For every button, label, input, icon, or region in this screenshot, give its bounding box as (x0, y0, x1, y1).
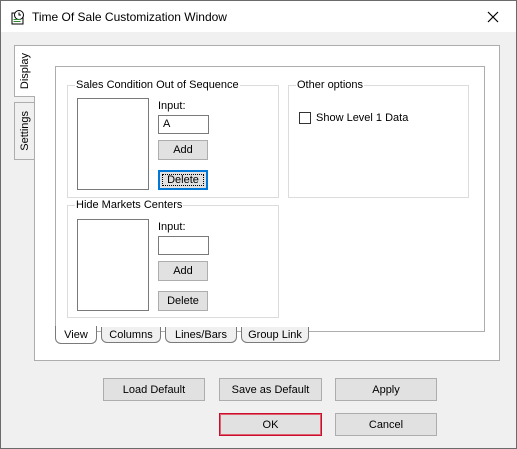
window-title: Time Of Sale Customization Window (32, 10, 227, 24)
sales-condition-list[interactable] (77, 98, 149, 190)
other-options-title: Other options (296, 78, 365, 92)
tab-settings-label: Settings (19, 111, 31, 151)
hide-markets-add-label: Add (173, 265, 193, 277)
hide-markets-delete-label: Delete (167, 295, 199, 307)
tab-columns-label: Columns (109, 328, 153, 341)
tab-lines-bars[interactable]: Lines/Bars (165, 327, 237, 343)
tab-view[interactable]: View (55, 326, 97, 344)
hide-markets-add-button[interactable]: Add (158, 261, 208, 281)
title-bar: Time Of Sale Customization Window (1, 1, 516, 32)
hide-markets-input-label: Input: (158, 221, 186, 233)
sales-condition-input[interactable]: A (158, 115, 209, 134)
sales-condition-title: Sales Condition Out of Sequence (75, 78, 240, 92)
show-level1-label[interactable]: Show Level 1 Data (316, 112, 408, 124)
close-icon (487, 11, 499, 22)
sales-condition-add-button[interactable]: Add (158, 140, 208, 160)
ok-label: OK (262, 418, 279, 431)
load-default-button[interactable]: Load Default (103, 378, 205, 401)
tab-columns[interactable]: Columns (101, 327, 161, 343)
sales-condition-delete-label: Delete (167, 174, 199, 186)
sales-condition-add-label: Add (173, 144, 193, 156)
close-button[interactable] (470, 1, 516, 32)
customization-window: Time Of Sale Customization Window Displa… (0, 0, 517, 449)
cancel-button[interactable]: Cancel (335, 413, 437, 436)
hide-markets-delete-button[interactable]: Delete (158, 291, 208, 311)
show-level1-checkbox[interactable] (299, 112, 311, 124)
tab-group-link-label: Group Link (248, 328, 302, 341)
display-tab-panel: Sales Condition Out of Sequence Input: A… (34, 45, 500, 361)
ok-button[interactable]: OK (219, 413, 322, 436)
app-icon (11, 10, 24, 25)
sales-condition-input-label: Input: (158, 100, 186, 112)
view-tab-panel: Sales Condition Out of Sequence Input: A… (55, 66, 485, 332)
tab-settings[interactable]: Settings (14, 102, 36, 160)
load-default-label: Load Default (122, 383, 186, 396)
sales-condition-group: Sales Condition Out of Sequence Input: A… (67, 78, 279, 198)
apply-label: Apply (372, 383, 400, 396)
sales-condition-delete-button[interactable]: Delete (158, 170, 208, 190)
tab-lines-bars-label: Lines/Bars (175, 328, 227, 341)
tab-group-link[interactable]: Group Link (241, 327, 309, 343)
other-options-group: Other options Show Level 1 Data (288, 78, 469, 198)
save-as-default-button[interactable]: Save as Default (219, 378, 322, 401)
save-as-default-label: Save as Default (231, 383, 310, 396)
hide-markets-title: Hide Markets Centers (75, 198, 184, 212)
apply-button[interactable]: Apply (335, 378, 437, 401)
cancel-label: Cancel (368, 418, 404, 431)
hide-markets-input[interactable] (158, 236, 209, 255)
hide-markets-group: Hide Markets Centers Input: Add Delete (67, 198, 279, 318)
tab-display[interactable]: Display (14, 45, 35, 97)
tab-display-label: Display (19, 52, 31, 90)
hide-markets-list[interactable] (77, 219, 149, 311)
tab-view-label: View (64, 328, 88, 341)
